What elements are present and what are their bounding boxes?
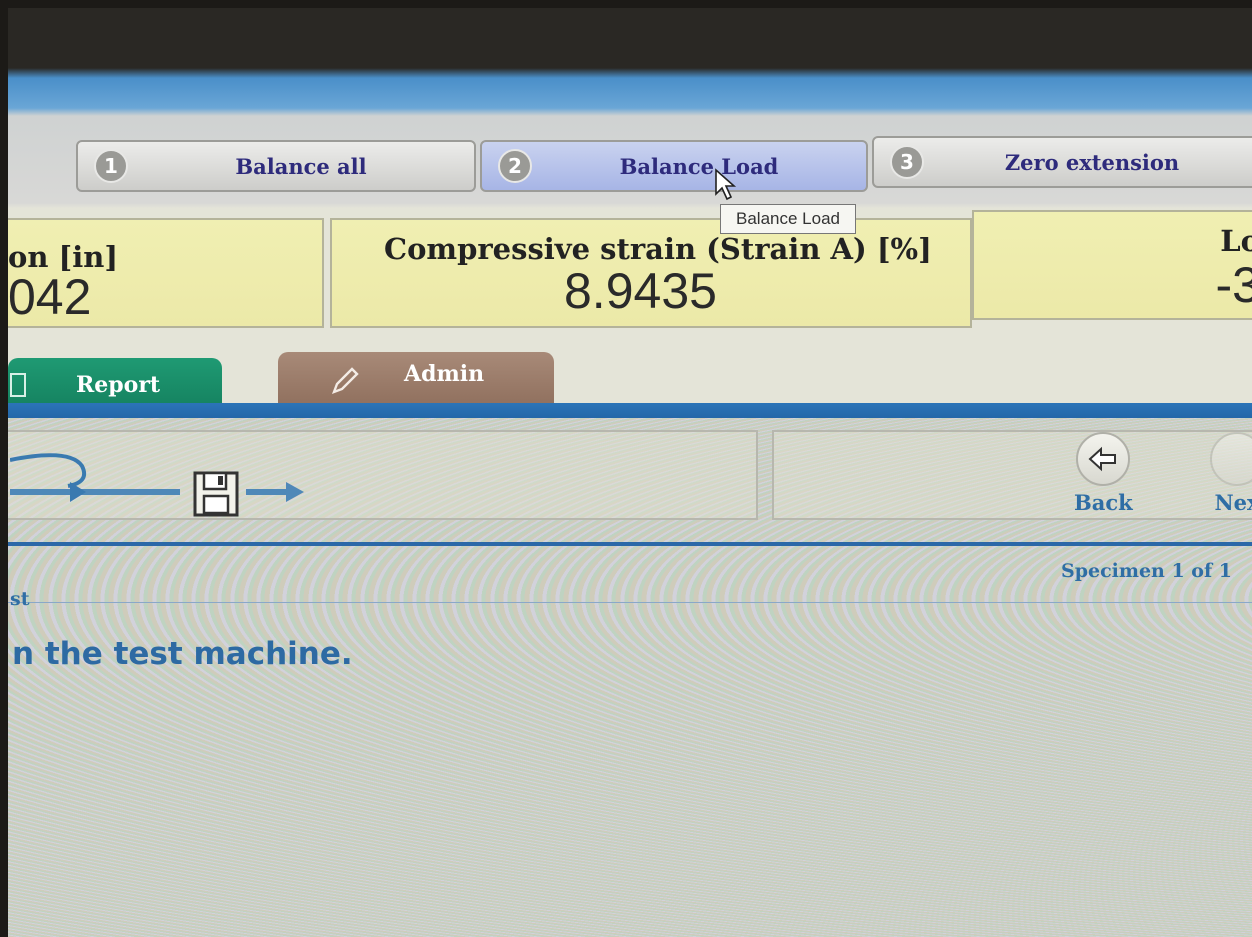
zero-extension-button[interactable]: 3 Zero extension <box>872 136 1252 188</box>
instruction-text: n the test machine. <box>12 636 353 672</box>
readout-label-strain: Compressive strain (Strain A) [%] <box>384 232 932 266</box>
specimen-counter: Specimen 1 of 1 <box>1060 560 1232 582</box>
step-title: st <box>10 588 30 610</box>
pencil-icon <box>331 367 359 395</box>
report-icon <box>10 373 26 397</box>
load-readout: Lo -3 <box>972 210 1252 320</box>
tab-admin[interactable]: Admin <box>278 352 554 410</box>
balance-load-tooltip: Balance Load <box>720 204 856 234</box>
divider-line-thin <box>8 602 1252 603</box>
save-icon[interactable] <box>192 470 240 518</box>
next-arrow-icon <box>1210 432 1252 486</box>
balance-all-button[interactable]: 1 Balance all <box>76 140 476 192</box>
tab-admin-label: Admin <box>404 361 485 387</box>
back-arrow-icon <box>1076 432 1131 486</box>
readout-label-load: Lo <box>1220 224 1252 258</box>
tab-report-label: Report <box>76 372 161 398</box>
back-button[interactable]: Back <box>1074 432 1133 515</box>
next-label: Nex <box>1214 490 1252 515</box>
workflow-diagram-panel <box>8 430 758 520</box>
next-button[interactable]: Nex <box>1210 432 1252 515</box>
step-number-3: 3 <box>890 145 924 179</box>
mouse-pointer-icon <box>715 168 737 201</box>
divider-line <box>8 542 1252 546</box>
step-number-2: 2 <box>498 149 532 183</box>
test-software-screen: 1 Balance all 2 Balance Load 3 Zero exte… <box>8 8 1252 937</box>
compressive-strain-readout: Compressive strain (Strain A) [%] 8.9435 <box>330 218 972 328</box>
back-label: Back <box>1074 490 1133 515</box>
extension-readout: on [in] 042 <box>8 218 324 328</box>
balance-load-button[interactable]: 2 Balance Load <box>480 140 868 192</box>
readout-value-load: -3 <box>1215 257 1252 313</box>
readout-value-strain: 8.9435 <box>564 263 717 319</box>
balance-load-label: Balance Load <box>619 153 779 179</box>
step-number-1: 1 <box>94 149 128 183</box>
readout-value-extension: 042 <box>8 269 92 325</box>
workflow-arrows-icon <box>10 453 304 502</box>
navigation-panel: Back Nex <box>772 430 1252 520</box>
balance-all-label: Balance all <box>235 153 367 179</box>
zero-extension-label: Zero extension <box>1004 149 1180 175</box>
